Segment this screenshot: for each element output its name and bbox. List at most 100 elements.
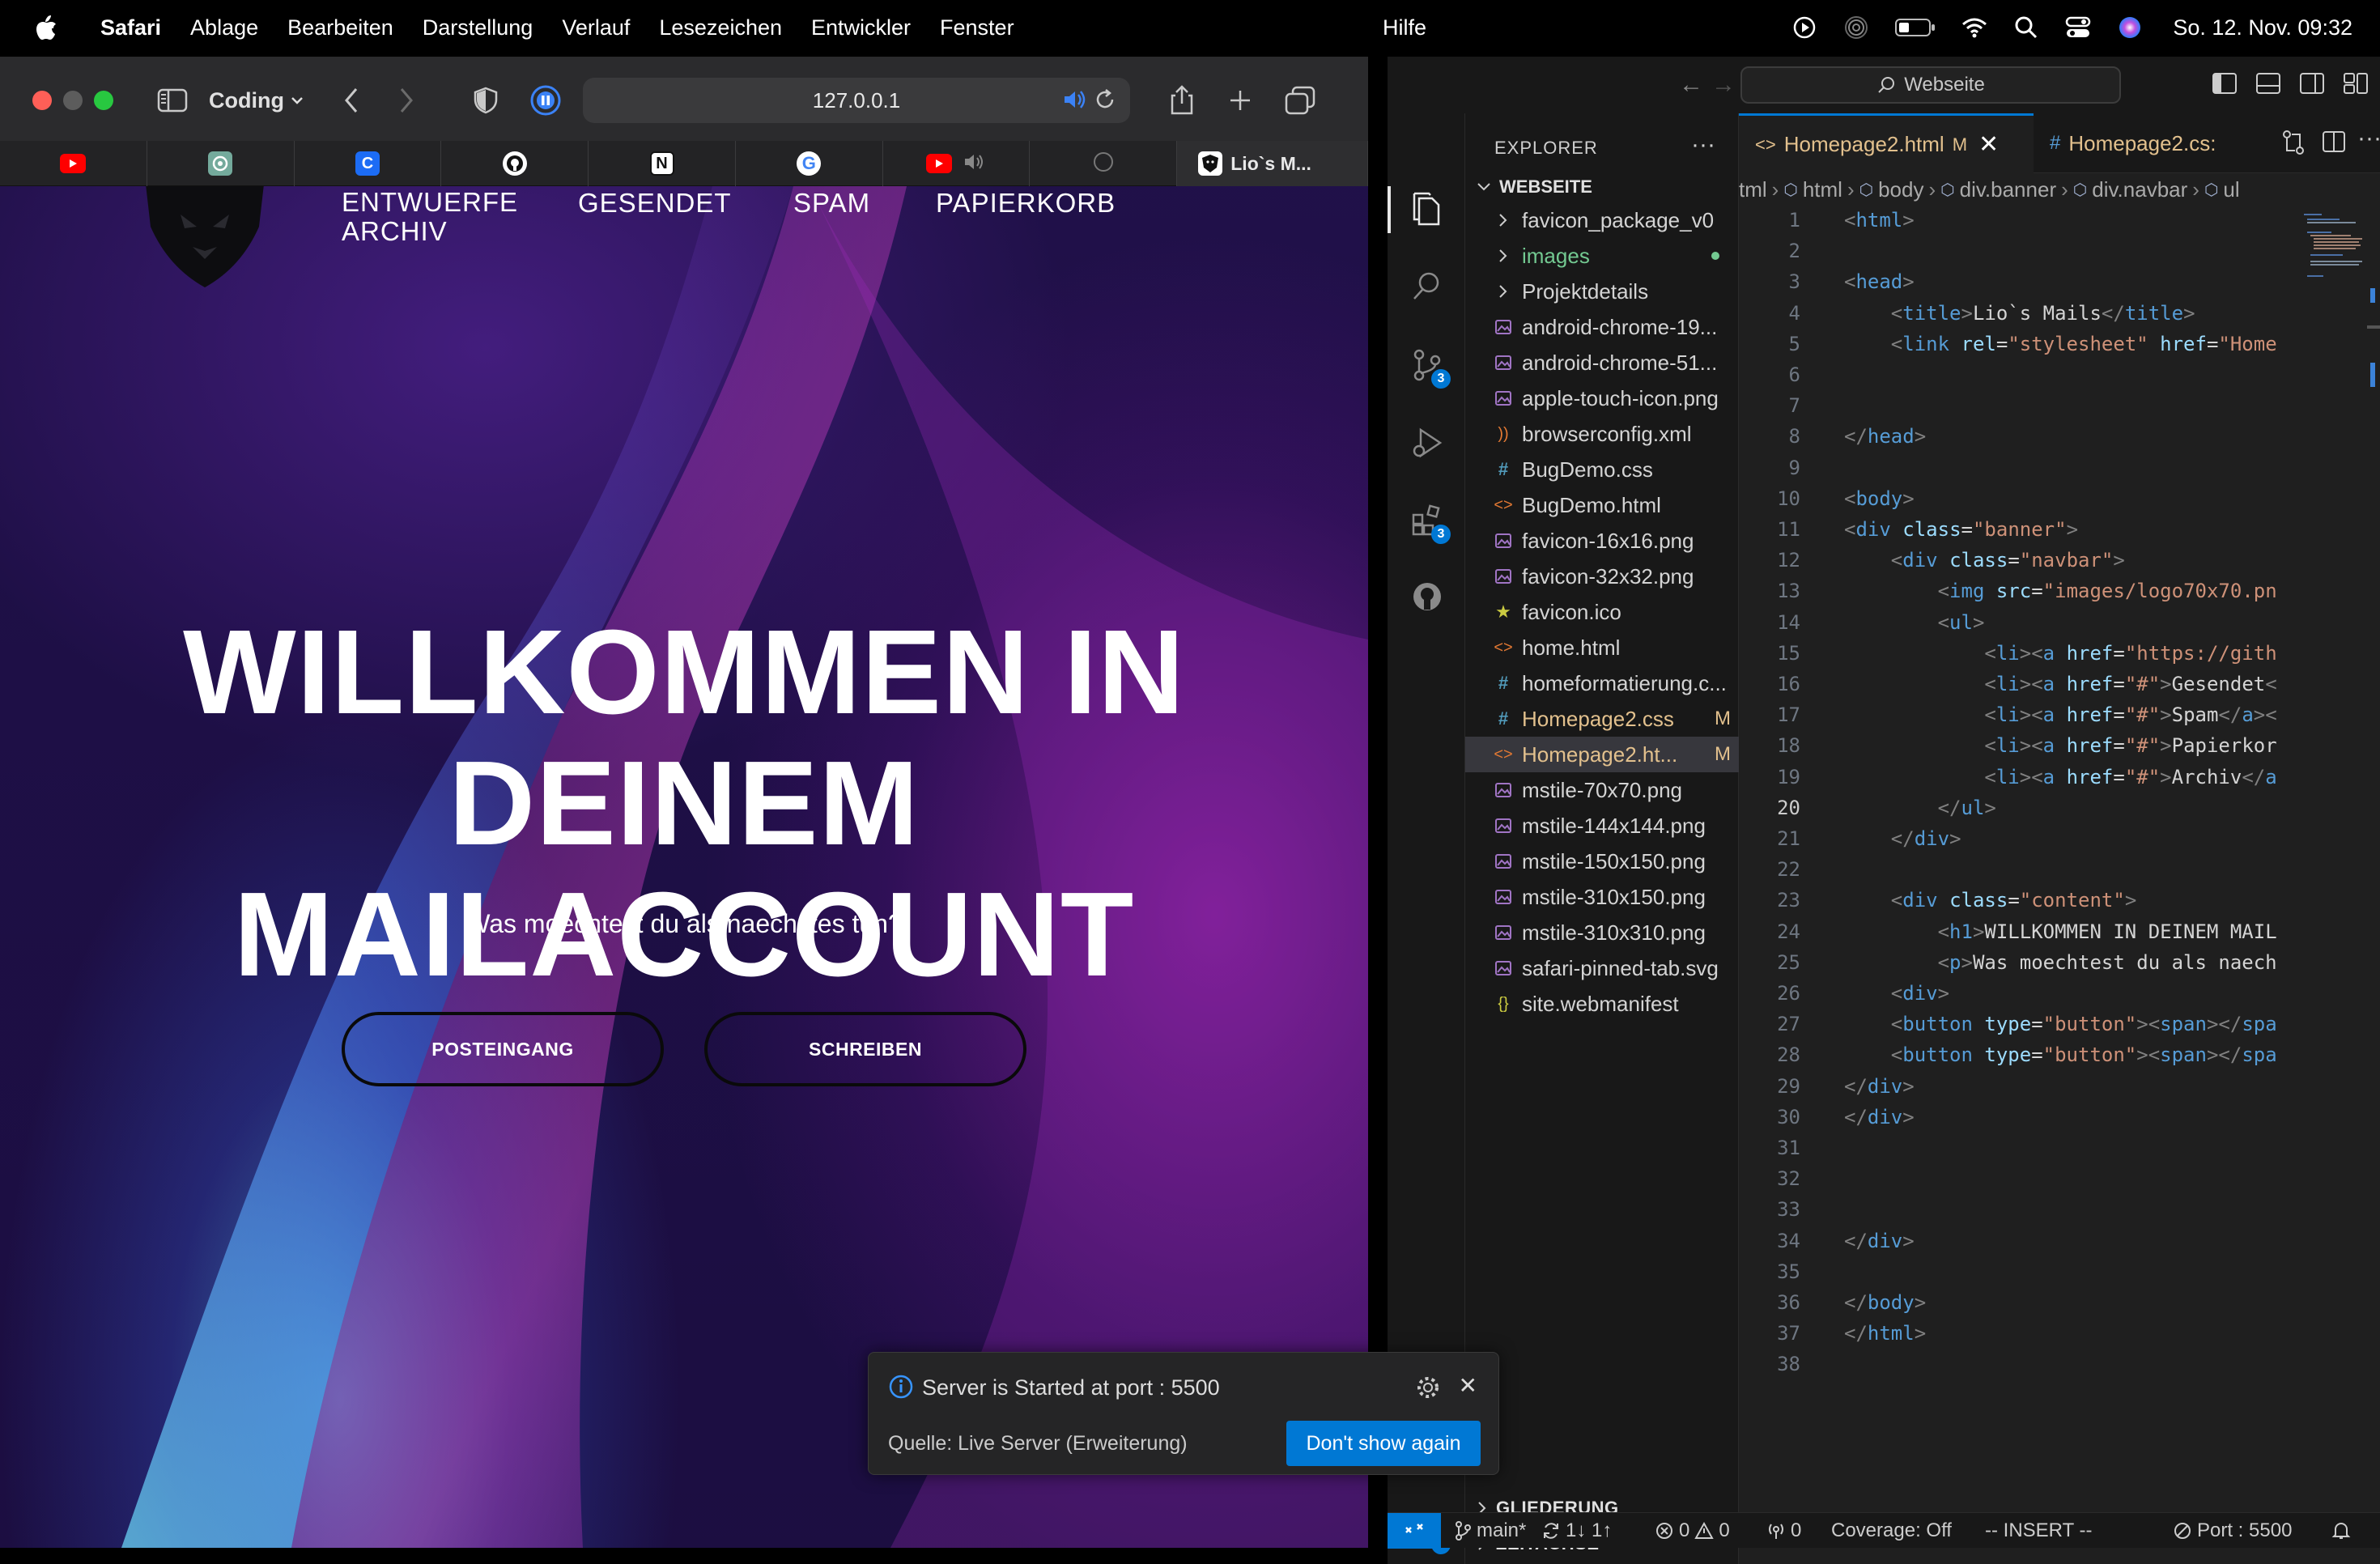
nav-item-entwuerfe-archiv[interactable]: ENTWUERFE ARCHIV	[342, 188, 518, 246]
file-item[interactable]: <> BugDemo.html	[1465, 487, 1739, 523]
tab-group-selector[interactable]: Coding	[209, 84, 304, 117]
command-center-search[interactable]: Webseite	[1740, 66, 2121, 104]
minimize-window-button[interactable]	[63, 91, 83, 110]
privacy-shield-icon[interactable]	[471, 84, 500, 117]
breadcrumb-item[interactable]: body	[1878, 177, 1923, 202]
file-item[interactable]: android-chrome-51...	[1465, 345, 1739, 380]
wifi-icon[interactable]	[1961, 14, 1988, 41]
file-item[interactable]: mstile-144x144.png	[1465, 808, 1739, 844]
posteingang-button[interactable]: POSTEINGANG	[342, 1012, 664, 1086]
tab-youtube-playing[interactable]	[883, 141, 1031, 186]
nav-back-arrow-icon[interactable]: ←	[1679, 71, 1703, 99]
menu-bearbeiten[interactable]: Bearbeiten	[287, 15, 393, 40]
menu-bar-clock[interactable]: So. 12. Nov. 09:32	[2173, 15, 2352, 40]
play-icon[interactable]	[1791, 14, 1818, 41]
menu-app-name[interactable]: Safari	[100, 15, 161, 40]
source-control-icon[interactable]: 3	[1409, 346, 1451, 389]
file-item[interactable]: mstile-150x150.png	[1465, 844, 1739, 879]
live-server-port-item[interactable]: Port : 5500	[2173, 1513, 2292, 1549]
nav-link-spam[interactable]: SPAM	[793, 188, 870, 219]
tab-homepage2-html[interactable]: <> Homepage2.html M ✕	[1739, 113, 2034, 173]
toggle-panel-icon[interactable]	[2255, 71, 2281, 100]
address-bar[interactable]: 127.0.0.1	[583, 78, 1130, 123]
tab-empty[interactable]	[1030, 141, 1178, 186]
spotlight-search-icon[interactable]	[2012, 14, 2040, 41]
folder-item[interactable]: images	[1465, 238, 1739, 274]
apple-logo-icon[interactable]	[28, 9, 65, 46]
window-divider[interactable]	[1368, 57, 1388, 1548]
file-item[interactable]: {} site.webmanifest	[1465, 986, 1739, 1022]
speaker-icon[interactable]	[963, 151, 986, 176]
problems-item[interactable]: 0 0	[1655, 1513, 1730, 1549]
folder-item[interactable]: favicon_package_v0	[1465, 202, 1739, 238]
ports-item[interactable]: 0	[1766, 1513, 1801, 1549]
search-view-icon[interactable]	[1409, 267, 1446, 304]
notification-settings-gear-icon[interactable]	[1416, 1375, 1440, 1404]
menu-darstellung[interactable]: Darstellung	[423, 15, 533, 40]
nav-link-entwuerfe[interactable]: ENTWUERFE	[342, 188, 518, 217]
nav-forward-arrow-icon[interactable]: →	[1711, 71, 1736, 99]
more-actions-icon[interactable]: ···	[1691, 131, 1715, 159]
file-item[interactable]: safari-pinned-tab.svg	[1465, 950, 1739, 986]
run-debug-icon[interactable]	[1409, 424, 1446, 461]
tab-codecademy[interactable]: C	[295, 141, 442, 186]
breadcrumb-item[interactable]: div.banner	[1960, 177, 2057, 202]
tab-active-lios-mails[interactable]: Lio`s M...	[1177, 141, 1368, 186]
split-editor-icon[interactable]	[2322, 130, 2346, 158]
tab-homepage2-css[interactable]: # Homepage2.cs:	[2034, 113, 2276, 173]
breadcrumb-item[interactable]: html	[1803, 177, 1842, 202]
file-item[interactable]: <> home.html	[1465, 630, 1739, 665]
file-item[interactable]: )) browserconfig.xml	[1465, 416, 1739, 452]
site-logo-icon[interactable]	[136, 186, 274, 291]
file-item[interactable]: ★ favicon.ico	[1465, 594, 1739, 630]
workspace-folder-header[interactable]: WEBSEITE	[1477, 176, 1592, 198]
file-item[interactable]: mstile-310x150.png	[1465, 879, 1739, 915]
close-tab-icon[interactable]: ✕	[1978, 130, 1999, 159]
customize-layout-icon[interactable]	[2343, 71, 2369, 100]
file-item[interactable]: # homeformatierung.c...	[1465, 665, 1739, 701]
close-window-button[interactable]	[32, 91, 52, 110]
siri-icon[interactable]	[2116, 14, 2144, 41]
file-item[interactable]: favicon-32x32.png	[1465, 559, 1739, 594]
battery-icon[interactable]	[1894, 14, 1936, 41]
new-tab-icon[interactable]	[1224, 84, 1256, 117]
menu-lesezeichen[interactable]: Lesezeichen	[659, 15, 782, 40]
toggle-secondary-sidebar-icon[interactable]	[2299, 71, 2325, 100]
compare-changes-icon[interactable]	[2281, 130, 2306, 159]
forward-icon[interactable]	[392, 84, 421, 117]
toggle-primary-sidebar-icon[interactable]	[2212, 71, 2238, 100]
sidebar-toggle-icon[interactable]	[155, 84, 189, 117]
close-notification-icon[interactable]: ✕	[1459, 1372, 1477, 1399]
file-item[interactable]: # BugDemo.css	[1465, 452, 1739, 487]
breadcrumb-item[interactable]: ul	[2223, 177, 2239, 202]
breadcrumb-item[interactable]: div.navbar	[2092, 177, 2187, 202]
dont-show-again-button[interactable]: Don't show again	[1286, 1421, 1481, 1466]
menu-hilfe[interactable]: Hilfe	[1383, 15, 1426, 40]
tab-google[interactable]: G	[736, 141, 883, 186]
git-sync-item[interactable]: 1↓ 1↑	[1541, 1513, 1612, 1549]
menu-entwickler[interactable]: Entwickler	[811, 15, 911, 40]
editor-more-actions-icon[interactable]: ···	[2357, 125, 2380, 152]
coverage-status[interactable]: Coverage: Off	[1831, 1513, 1952, 1549]
file-item[interactable]: <> Homepage2.ht... M	[1465, 737, 1739, 772]
tab-youtube[interactable]	[0, 141, 147, 186]
file-item[interactable]: android-chrome-19...	[1465, 309, 1739, 345]
control-center-icon[interactable]	[2064, 14, 2092, 41]
back-icon[interactable]	[337, 84, 366, 117]
share-icon[interactable]	[1166, 84, 1198, 117]
remote-indicator[interactable]	[1388, 1513, 1441, 1549]
file-item[interactable]: favicon-16x16.png	[1465, 523, 1739, 559]
reload-icon[interactable]	[1093, 87, 1117, 117]
file-item[interactable]: apple-touch-icon.png	[1465, 380, 1739, 416]
nav-link-papierkorb[interactable]: PAPIERKORB	[936, 188, 1116, 219]
schreiben-button[interactable]: SCHREIBEN	[704, 1012, 1026, 1086]
pause-extension-icon[interactable]	[529, 84, 562, 117]
github-icon[interactable]	[1409, 578, 1446, 615]
tab-overview-icon[interactable]	[1282, 84, 1318, 117]
file-item[interactable]: mstile-70x70.png	[1465, 772, 1739, 808]
breadcrumb-item[interactable]: tml	[1739, 177, 1767, 202]
tab-notion[interactable]: N	[589, 141, 736, 186]
folder-item[interactable]: Projektdetails	[1465, 274, 1739, 309]
explorer-icon[interactable]	[1409, 191, 1446, 228]
extensions-icon[interactable]: 3	[1409, 502, 1451, 544]
